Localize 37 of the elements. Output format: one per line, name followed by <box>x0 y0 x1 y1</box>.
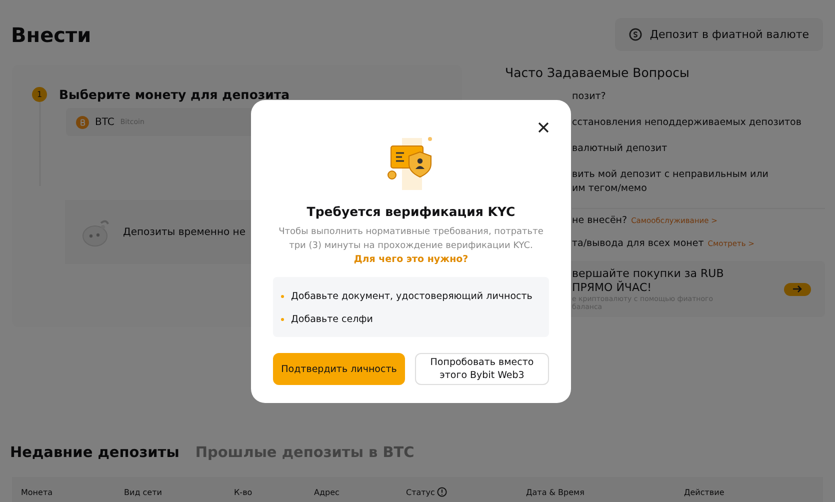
column-header: Статус <box>406 488 435 496</box>
help-text: та/вывода для всех монет <box>572 238 704 249</box>
faq-link[interactable]: сстановления неподдерживаемых депозитов <box>572 116 825 130</box>
close-button[interactable] <box>538 122 549 133</box>
step-title: Выберите монету для депозита <box>59 87 290 102</box>
requirement-text: Добавьте селфи <box>291 314 373 325</box>
faq-link[interactable]: позит? <box>572 90 825 104</box>
column-header: Адрес <box>314 488 340 496</box>
column-header: Монета <box>21 488 53 496</box>
column-header: Действие <box>684 488 724 496</box>
info-icon <box>436 487 447 497</box>
arrow-right-icon <box>792 285 802 293</box>
bitcoin-coin-icon <box>76 116 89 128</box>
history-tab[interactable]: Недавние депозиты <box>10 445 180 461</box>
bullet-icon <box>281 295 284 298</box>
help-text: не внесён? <box>572 215 628 226</box>
dialog-title: Требуется верификация KYC <box>306 204 516 219</box>
dollar-coin-icon <box>628 28 642 41</box>
bullet-icon <box>281 318 284 321</box>
notice-text: Депозиты временно не <box>123 226 246 238</box>
dialog-description: Чтобы выполнить нормативные требования, потратьте три (3) минуты на прохождение верификации KYC. <box>278 226 544 253</box>
verify-button[interactable]: Подтвердить личность <box>273 353 405 385</box>
requirement-text: Добавьте документ, удостоверяющий личность <box>291 291 532 302</box>
faq-link[interactable]: вить мой депозит с неправильным или им тегом/мемо <box>572 168 825 196</box>
info-link[interactable]: Для чего это нужно? <box>354 254 468 265</box>
page-title: Внести <box>11 22 92 46</box>
column-header: Вид сети <box>124 488 162 496</box>
faq-title: Часто Задаваемые Вопросы <box>505 65 690 80</box>
fiat-deposit-button[interactable]: Депозит в фиатной валюте <box>614 18 823 51</box>
close-icon <box>538 122 549 133</box>
web3-button[interactable]: Попробовать вместо этого Bybit Web3 <box>415 353 549 385</box>
step-number: 1 <box>32 87 47 102</box>
column-header: Дата & Время <box>526 488 584 496</box>
promo-title: вершайте покупки за RUB ПРЯМО ЙЧАС! <box>572 267 725 295</box>
column-header: К-во <box>234 488 252 496</box>
arrow-button[interactable] <box>784 282 811 296</box>
faq-link[interactable]: валютный депозит <box>572 142 825 156</box>
